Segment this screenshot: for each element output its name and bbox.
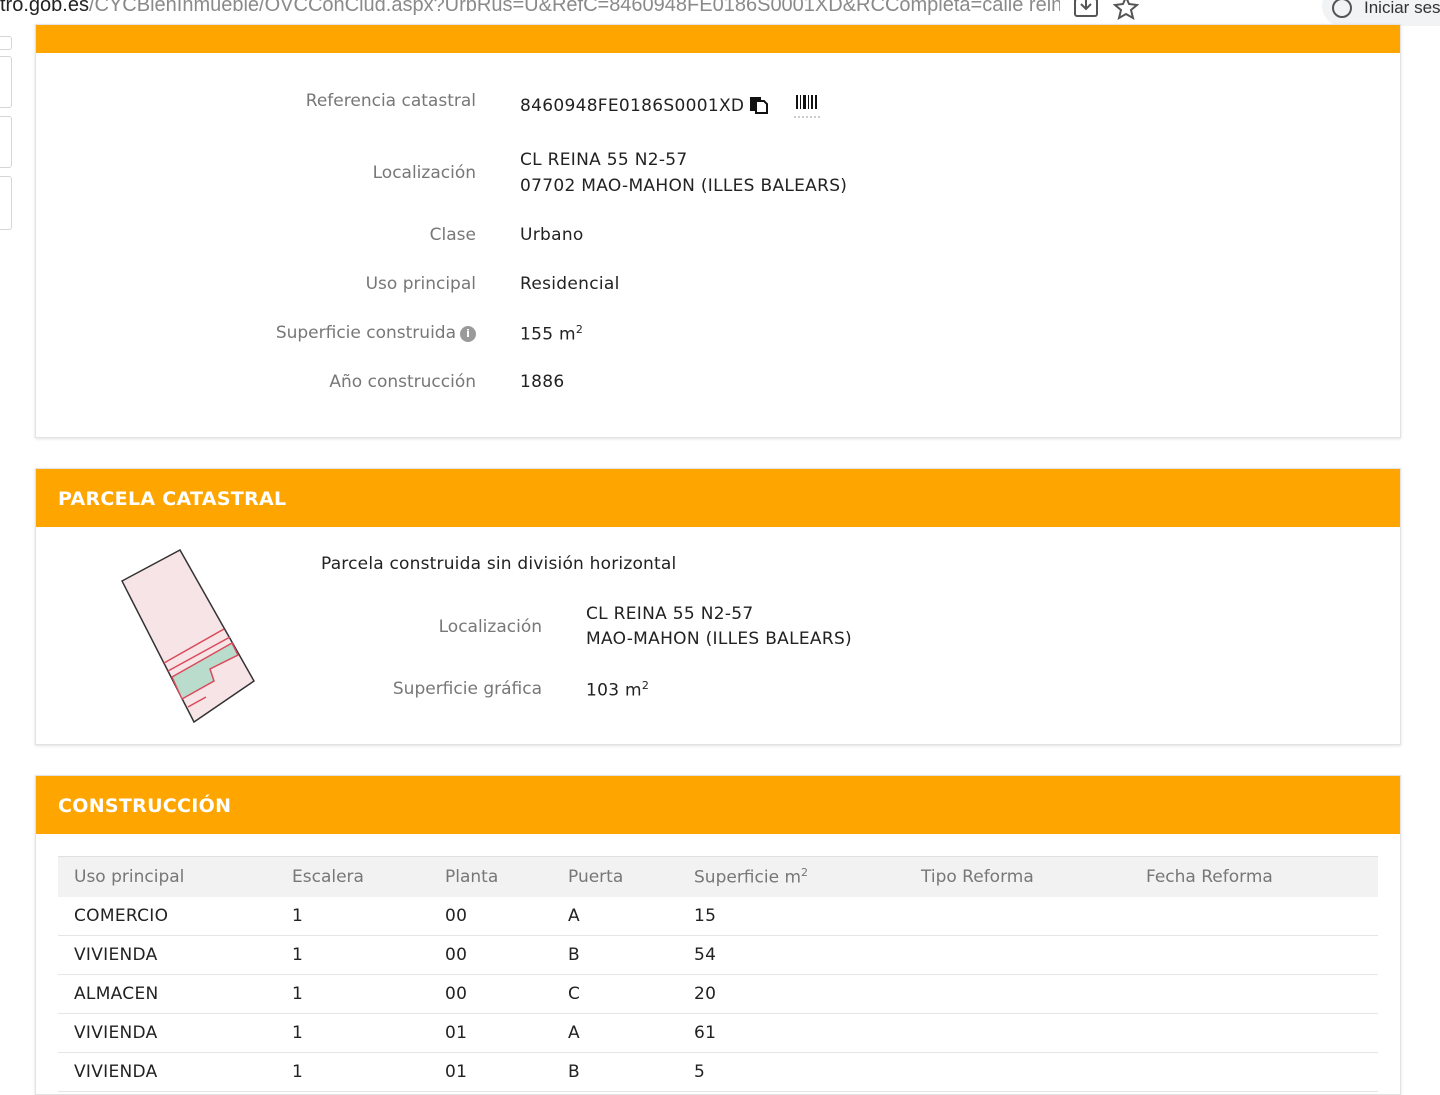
cell-tipo-reforma xyxy=(905,1013,1130,1053)
table-row: VIVIENDA 1 01 A 61 xyxy=(58,1013,1378,1053)
parcela-title: PARCELA CATASTRAL xyxy=(36,469,1400,527)
cell-uso: VIVIENDA xyxy=(58,935,276,975)
superficie-construida-text: Superficie construida xyxy=(275,323,456,343)
table-row: VIVIENDA 1 00 B 54 xyxy=(58,935,1378,975)
cell-fecha-reforma xyxy=(1130,974,1378,1014)
referencia-label: Referencia catastral xyxy=(305,91,476,111)
side-tab[interactable] xyxy=(0,176,12,230)
referencia-text: 8460948FE0186S0001XD xyxy=(520,96,745,116)
star-icon[interactable] xyxy=(1112,0,1140,21)
cell-puerta: B xyxy=(552,935,678,975)
cell-uso: ALMACEN xyxy=(58,974,276,1014)
column-header[interactable]: Tipo Reforma xyxy=(905,856,1130,897)
table-header-row: Uso principal Escalera Planta Puerta Sup… xyxy=(58,856,1378,897)
table-row: ALMACEN 1 00 C 20 xyxy=(58,974,1378,1014)
cell-planta: 00 xyxy=(429,974,552,1014)
barcode-icon[interactable] xyxy=(794,93,820,123)
cell-superficie: 54 xyxy=(678,935,905,975)
cell-superficie: 61 xyxy=(678,1013,905,1053)
cell-puerta: C xyxy=(552,974,678,1014)
parcel-map[interactable] xyxy=(116,545,266,729)
cell-escalera: 1 xyxy=(276,935,429,975)
signin-button[interactable]: Iniciar ses xyxy=(1322,0,1440,26)
cell-uso: VIVIENDA xyxy=(58,1052,276,1092)
cell-fecha-reforma xyxy=(1130,897,1378,936)
cell-tipo-reforma xyxy=(905,935,1130,975)
superficie-grafica-number: 103 m xyxy=(586,680,642,701)
url-host: tro.gob.es xyxy=(0,0,89,16)
superficie-construida-label: Superficie construida i xyxy=(276,323,476,343)
cell-puerta: A xyxy=(552,897,678,936)
inmueble-card-header xyxy=(36,25,1400,53)
inmueble-card: Referencia catastral 8460948FE0186S0001X… xyxy=(35,24,1401,438)
url-text[interactable]: tro.gob.es/CYCBienInmueble/OVCConCiud.as… xyxy=(0,0,1060,17)
clase-label: Clase xyxy=(429,225,476,245)
account-icon xyxy=(1332,0,1352,18)
table-row: COMERCIO 1 00 A 15 xyxy=(58,897,1378,936)
cell-superficie: 20 xyxy=(678,974,905,1014)
cell-puerta: B xyxy=(552,1052,678,1092)
anio-construccion-value: 1886 xyxy=(520,372,565,392)
clase-value: Urbano xyxy=(520,225,584,245)
parcela-localizacion-line1: CL REINA 55 N2-57 xyxy=(586,604,754,624)
cell-escalera: 1 xyxy=(276,897,429,936)
cell-tipo-reforma xyxy=(905,974,1130,1014)
superficie-construida-sup: 2 xyxy=(575,323,584,336)
url-path: /CYCBienInmueble/OVCConCiud.aspx?UrbRus=… xyxy=(88,0,1060,16)
column-header[interactable]: Planta xyxy=(429,856,552,897)
side-tab[interactable] xyxy=(0,116,12,168)
superficie-construida-value: 155 m2 xyxy=(520,323,583,345)
uso-principal-label: Uso principal xyxy=(365,274,476,294)
cell-planta: 00 xyxy=(429,897,552,936)
superficie-construida-number: 155 m xyxy=(520,324,576,345)
cell-uso: VIVIENDA xyxy=(58,1013,276,1053)
cell-fecha-reforma xyxy=(1130,1013,1378,1053)
column-header[interactable]: Puerta xyxy=(552,856,678,897)
cell-planta: 01 xyxy=(429,1052,552,1092)
cell-superficie: 15 xyxy=(678,897,905,936)
download-icon[interactable] xyxy=(1073,0,1099,20)
cell-puerta: A xyxy=(552,1013,678,1053)
superficie-grafica-label: Superficie gráfica xyxy=(392,679,542,699)
column-header[interactable]: Fecha Reforma xyxy=(1130,856,1378,897)
superficie-grafica-sup: 2 xyxy=(641,679,650,692)
cell-tipo-reforma xyxy=(905,1052,1130,1092)
signin-label: Iniciar ses xyxy=(1364,0,1440,17)
cell-escalera: 1 xyxy=(276,1013,429,1053)
column-header-sup: 2 xyxy=(801,866,809,880)
cell-fecha-reforma xyxy=(1130,1052,1378,1092)
side-tab[interactable] xyxy=(0,36,12,50)
construccion-title: CONSTRUCCIÓN xyxy=(36,776,1400,834)
cell-planta: 00 xyxy=(429,935,552,975)
uso-principal-value: Residencial xyxy=(520,274,620,294)
cell-planta: 01 xyxy=(429,1013,552,1053)
cell-escalera: 1 xyxy=(276,1052,429,1092)
column-header-text: Superficie m xyxy=(694,867,802,888)
table-row: VIVIENDA 1 01 B 5 xyxy=(58,1052,1378,1092)
cell-uso: COMERCIO xyxy=(58,897,276,936)
construccion-table: Uso principal Escalera Planta Puerta Sup… xyxy=(58,856,1378,1092)
anio-construccion-label: Año construcción xyxy=(329,372,476,392)
copy-icon[interactable] xyxy=(750,95,769,119)
column-header[interactable]: Uso principal xyxy=(58,856,276,897)
localizacion-line1: CL REINA 55 N2-57 xyxy=(520,150,688,170)
construccion-card: CONSTRUCCIÓN Uso principal Escalera Plan… xyxy=(35,775,1401,1095)
referencia-value: 8460948FE0186S0001XD xyxy=(520,95,769,119)
column-header[interactable]: Escalera xyxy=(276,856,429,897)
localizacion-label: Localización xyxy=(372,163,476,183)
parcela-card: PARCELA CATASTRAL Parcela construida sin… xyxy=(35,468,1401,745)
side-tab[interactable] xyxy=(0,56,12,108)
superficie-grafica-value: 103 m2 xyxy=(586,679,649,701)
column-header-superficie[interactable]: Superficie m2 xyxy=(678,856,905,897)
localizacion-line2: 07702 MAO-MAHON (ILLES BALEARS) xyxy=(520,176,848,196)
cell-fecha-reforma xyxy=(1130,935,1378,975)
info-icon[interactable]: i xyxy=(460,326,476,342)
parcela-descripcion: Parcela construida sin división horizont… xyxy=(321,554,677,574)
parcela-localizacion-line2: MAO-MAHON (ILLES BALEARS) xyxy=(586,629,852,649)
parcela-localizacion-label: Localización xyxy=(438,617,542,637)
cell-superficie: 5 xyxy=(678,1052,905,1092)
cell-escalera: 1 xyxy=(276,974,429,1014)
cell-tipo-reforma xyxy=(905,897,1130,936)
